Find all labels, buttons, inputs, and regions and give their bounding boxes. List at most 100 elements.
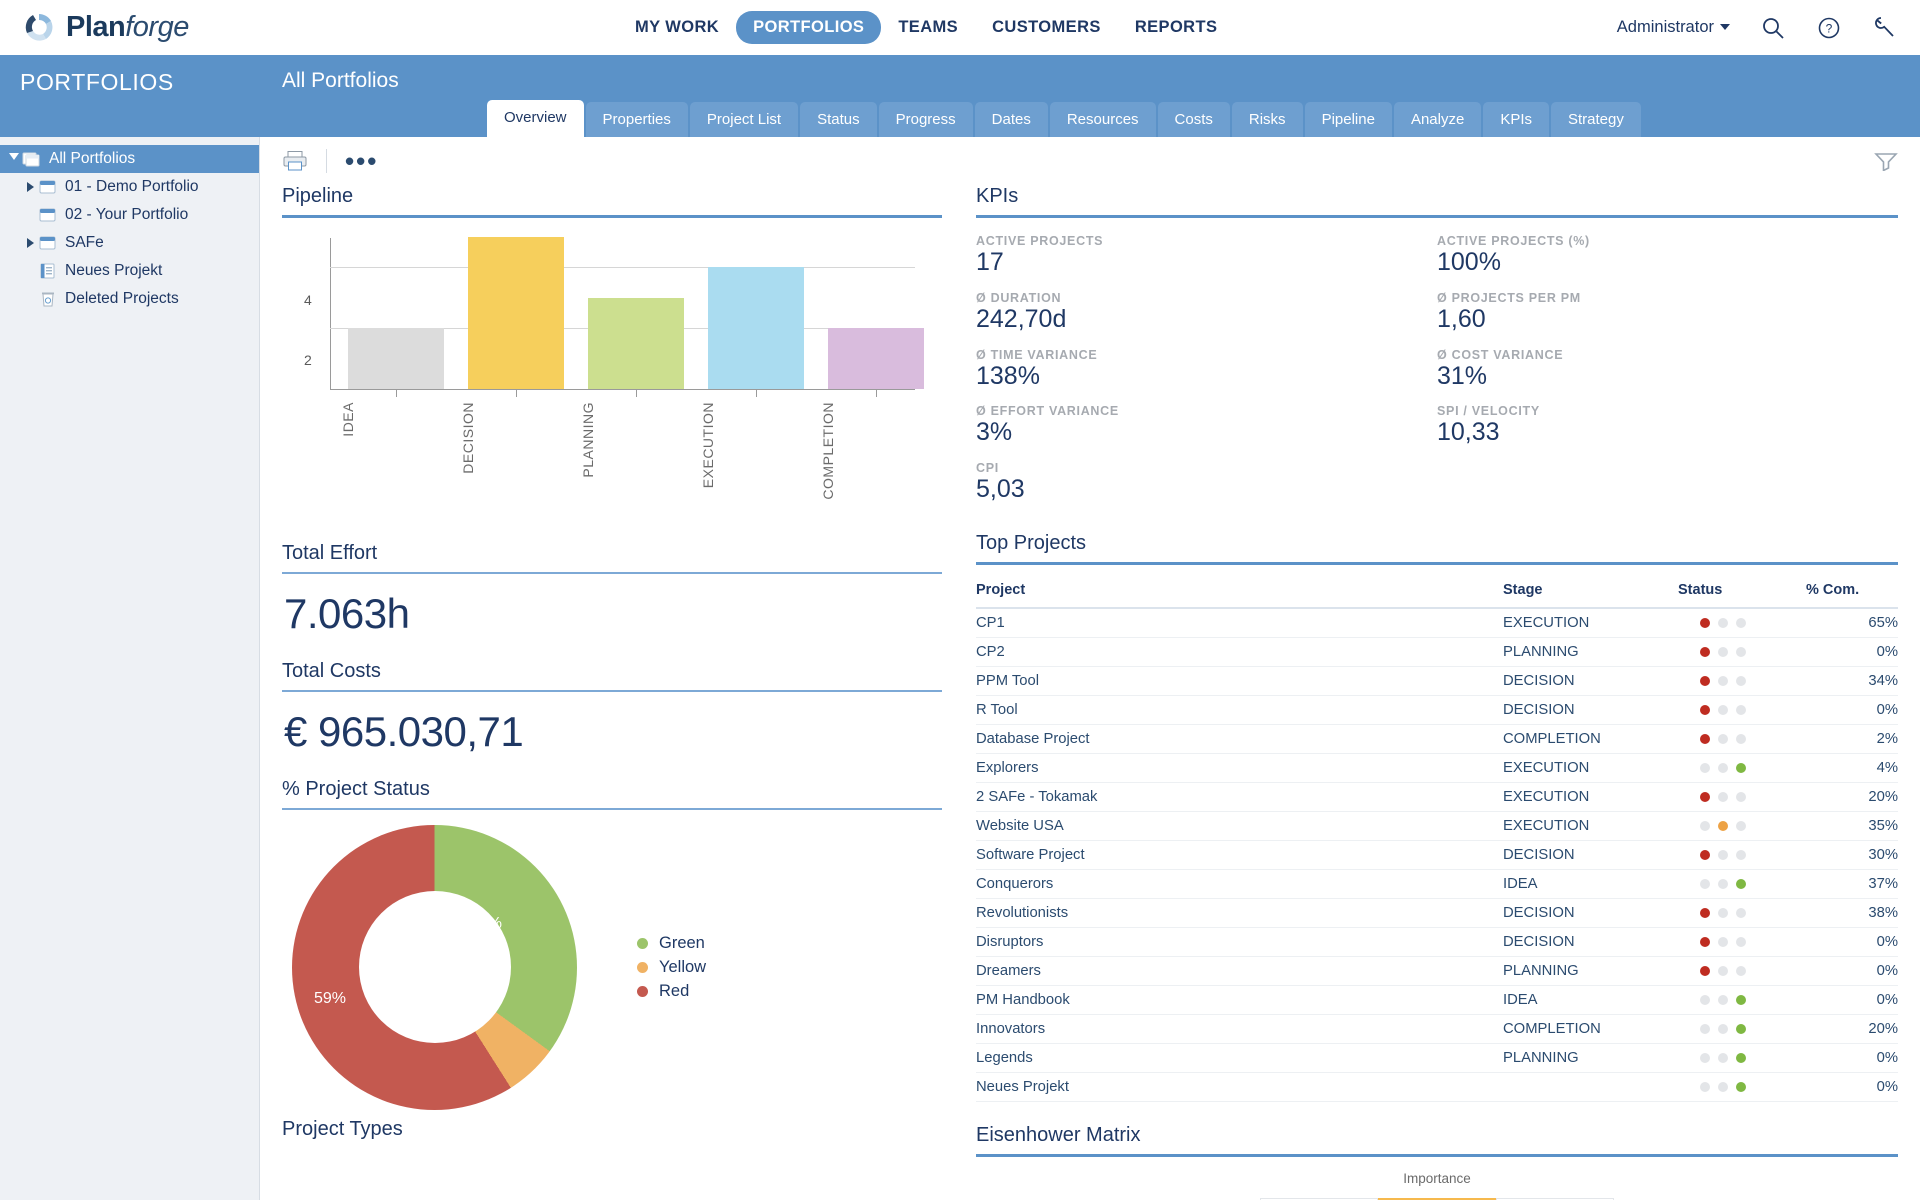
table-row[interactable]: Conquerors IDEA 37% bbox=[976, 869, 1898, 899]
cell-project[interactable]: Explorers bbox=[976, 753, 1503, 783]
sidebar-item-deleted-projects[interactable]: Deleted Projects bbox=[0, 285, 259, 313]
tab-dates[interactable]: Dates bbox=[974, 102, 1048, 137]
tab-properties[interactable]: Properties bbox=[585, 102, 688, 137]
cell-project[interactable]: 2 SAFe - Tokamak bbox=[976, 782, 1503, 812]
table-row[interactable]: Dreamers PLANNING 0% bbox=[976, 956, 1898, 986]
project-status-title: % Project Status bbox=[282, 778, 430, 800]
help-icon[interactable]: ? bbox=[1816, 15, 1842, 41]
tab-resources[interactable]: Resources bbox=[1049, 102, 1156, 137]
table-row[interactable]: PM Handbook IDEA 0% bbox=[976, 985, 1898, 1015]
table-row[interactable]: R Tool DECISION 0% bbox=[976, 695, 1898, 725]
table-row[interactable]: Revolutionists DECISION 38% bbox=[976, 898, 1898, 928]
status-dot-green-icon bbox=[1736, 617, 1746, 628]
sidebar-item-label: 02 - Your Portfolio bbox=[65, 206, 189, 223]
status-dot-red-icon bbox=[1700, 994, 1710, 1005]
tab-strategy[interactable]: Strategy bbox=[1551, 102, 1641, 137]
tab-analyze[interactable]: Analyze bbox=[1393, 102, 1482, 137]
expander-right-icon[interactable] bbox=[22, 238, 38, 248]
nav-teams[interactable]: TEAMS bbox=[881, 11, 975, 44]
status-dot-amber-icon bbox=[1718, 936, 1728, 947]
eisenhower-matrix-grid bbox=[976, 1192, 1898, 1200]
sidebar-item-your-portfolio[interactable]: 02 - Your Portfolio bbox=[0, 201, 259, 229]
kpis-title: KPIs bbox=[976, 185, 1019, 207]
cell-project[interactable]: Innovators bbox=[976, 1014, 1503, 1044]
table-row[interactable]: Explorers EXECUTION 4% bbox=[976, 753, 1898, 783]
table-row[interactable]: Database Project COMPLETION 2% bbox=[976, 724, 1898, 754]
x-tick-3 bbox=[756, 390, 757, 397]
status-badge bbox=[1678, 733, 1806, 744]
sidebar-item-all-portfolios[interactable]: All Portfolios bbox=[0, 145, 259, 173]
tab-kpis[interactable]: KPIs bbox=[1483, 102, 1549, 137]
table-row[interactable]: Disruptors DECISION 0% bbox=[976, 927, 1898, 957]
tab-pipeline[interactable]: Pipeline bbox=[1304, 102, 1392, 137]
filter-icon[interactable] bbox=[1874, 151, 1898, 172]
page-title: All Portfolios bbox=[282, 69, 399, 92]
cell-project[interactable]: Legends bbox=[976, 1043, 1503, 1073]
table-row[interactable]: CP2 PLANNING 0% bbox=[976, 637, 1898, 667]
project-types-title: Project Types bbox=[282, 1118, 403, 1140]
table-row[interactable]: PPM Tool DECISION 34% bbox=[976, 666, 1898, 696]
cell-status bbox=[1678, 869, 1806, 899]
tab-costs[interactable]: Costs bbox=[1157, 102, 1230, 137]
tab-progress[interactable]: Progress bbox=[878, 102, 973, 137]
table-head: Project Stage Status % Com. bbox=[976, 576, 1898, 609]
col-header-pct[interactable]: % Com. bbox=[1806, 576, 1898, 609]
status-dot-green-icon bbox=[1736, 791, 1746, 802]
portfolio-icon bbox=[38, 178, 58, 196]
cell-status bbox=[1678, 637, 1806, 667]
col-header-stage[interactable]: Stage bbox=[1503, 576, 1678, 609]
table-row[interactable]: Website USA EXECUTION 35% bbox=[976, 811, 1898, 841]
search-icon[interactable] bbox=[1760, 15, 1786, 41]
app-logo[interactable]: Planforge bbox=[22, 11, 189, 45]
more-actions-button[interactable]: ••• bbox=[345, 148, 378, 174]
cell-project[interactable]: Website USA bbox=[976, 811, 1503, 841]
col-header-project[interactable]: Project bbox=[976, 576, 1503, 609]
y-axis bbox=[330, 238, 331, 390]
col-header-status[interactable]: Status bbox=[1678, 576, 1806, 609]
cat-label-completion: COMPLETION bbox=[820, 402, 836, 500]
status-dot-amber-icon bbox=[1718, 820, 1728, 831]
tab-risks[interactable]: Risks bbox=[1231, 102, 1303, 137]
table-row[interactable]: CP1 EXECUTION 65% bbox=[976, 607, 1898, 638]
cell-stage: EXECUTION bbox=[1503, 811, 1678, 841]
cell-project[interactable]: CP1 bbox=[976, 607, 1503, 638]
table-row[interactable]: 2 SAFe - Tokamak EXECUTION 20% bbox=[976, 782, 1898, 812]
nav-my-work[interactable]: MY WORK bbox=[618, 11, 736, 44]
nav-portfolios[interactable]: PORTFOLIOS bbox=[736, 11, 882, 44]
cell-project[interactable]: PPM Tool bbox=[976, 666, 1503, 696]
tools-icon[interactable] bbox=[1872, 15, 1898, 41]
cell-project[interactable]: Dreamers bbox=[976, 956, 1503, 986]
cell-project[interactable]: Conquerors bbox=[976, 869, 1503, 899]
tab-project-list[interactable]: Project List bbox=[689, 102, 799, 137]
cell-project[interactable]: Revolutionists bbox=[976, 898, 1503, 928]
status-badge bbox=[1678, 791, 1806, 802]
sidebar-item-safe[interactable]: SAFe bbox=[0, 229, 259, 257]
cell-stage: PLANNING bbox=[1503, 1043, 1678, 1073]
tab-overview[interactable]: Overview bbox=[487, 100, 584, 137]
nav-reports[interactable]: REPORTS bbox=[1118, 11, 1235, 44]
table-row[interactable]: Legends PLANNING 0% bbox=[976, 1043, 1898, 1073]
sidebar-item-demo-portfolio[interactable]: 01 - Demo Portfolio bbox=[0, 173, 259, 201]
table-row[interactable]: Neues Projekt 0% bbox=[976, 1072, 1898, 1102]
sidebar-item-neues-projekt[interactable]: Neues Projekt bbox=[0, 257, 259, 285]
table-row[interactable]: Software Project DECISION 30% bbox=[976, 840, 1898, 870]
cell-project[interactable]: R Tool bbox=[976, 695, 1503, 725]
cell-project[interactable]: CP2 bbox=[976, 637, 1503, 667]
cell-stage bbox=[1503, 1072, 1678, 1102]
expander-right-icon[interactable] bbox=[22, 182, 38, 192]
y-tick-2: 2 bbox=[304, 352, 312, 368]
tab-status[interactable]: Status bbox=[800, 102, 877, 137]
pipeline-plot-area bbox=[330, 237, 924, 397]
status-dot-amber-icon bbox=[1718, 733, 1728, 744]
cell-project[interactable]: Database Project bbox=[976, 724, 1503, 754]
cell-project[interactable]: Disruptors bbox=[976, 927, 1503, 957]
user-menu[interactable]: Administrator bbox=[1617, 18, 1730, 37]
cell-project[interactable]: PM Handbook bbox=[976, 985, 1503, 1015]
printer-icon[interactable] bbox=[282, 150, 308, 172]
cell-project[interactable]: Neues Projekt bbox=[976, 1072, 1503, 1102]
nav-customers[interactable]: CUSTOMERS bbox=[975, 11, 1118, 44]
cell-project[interactable]: Software Project bbox=[976, 840, 1503, 870]
cell-stage: DECISION bbox=[1503, 927, 1678, 957]
expander-down-icon[interactable] bbox=[6, 153, 22, 165]
table-row[interactable]: Innovators COMPLETION 20% bbox=[976, 1014, 1898, 1044]
